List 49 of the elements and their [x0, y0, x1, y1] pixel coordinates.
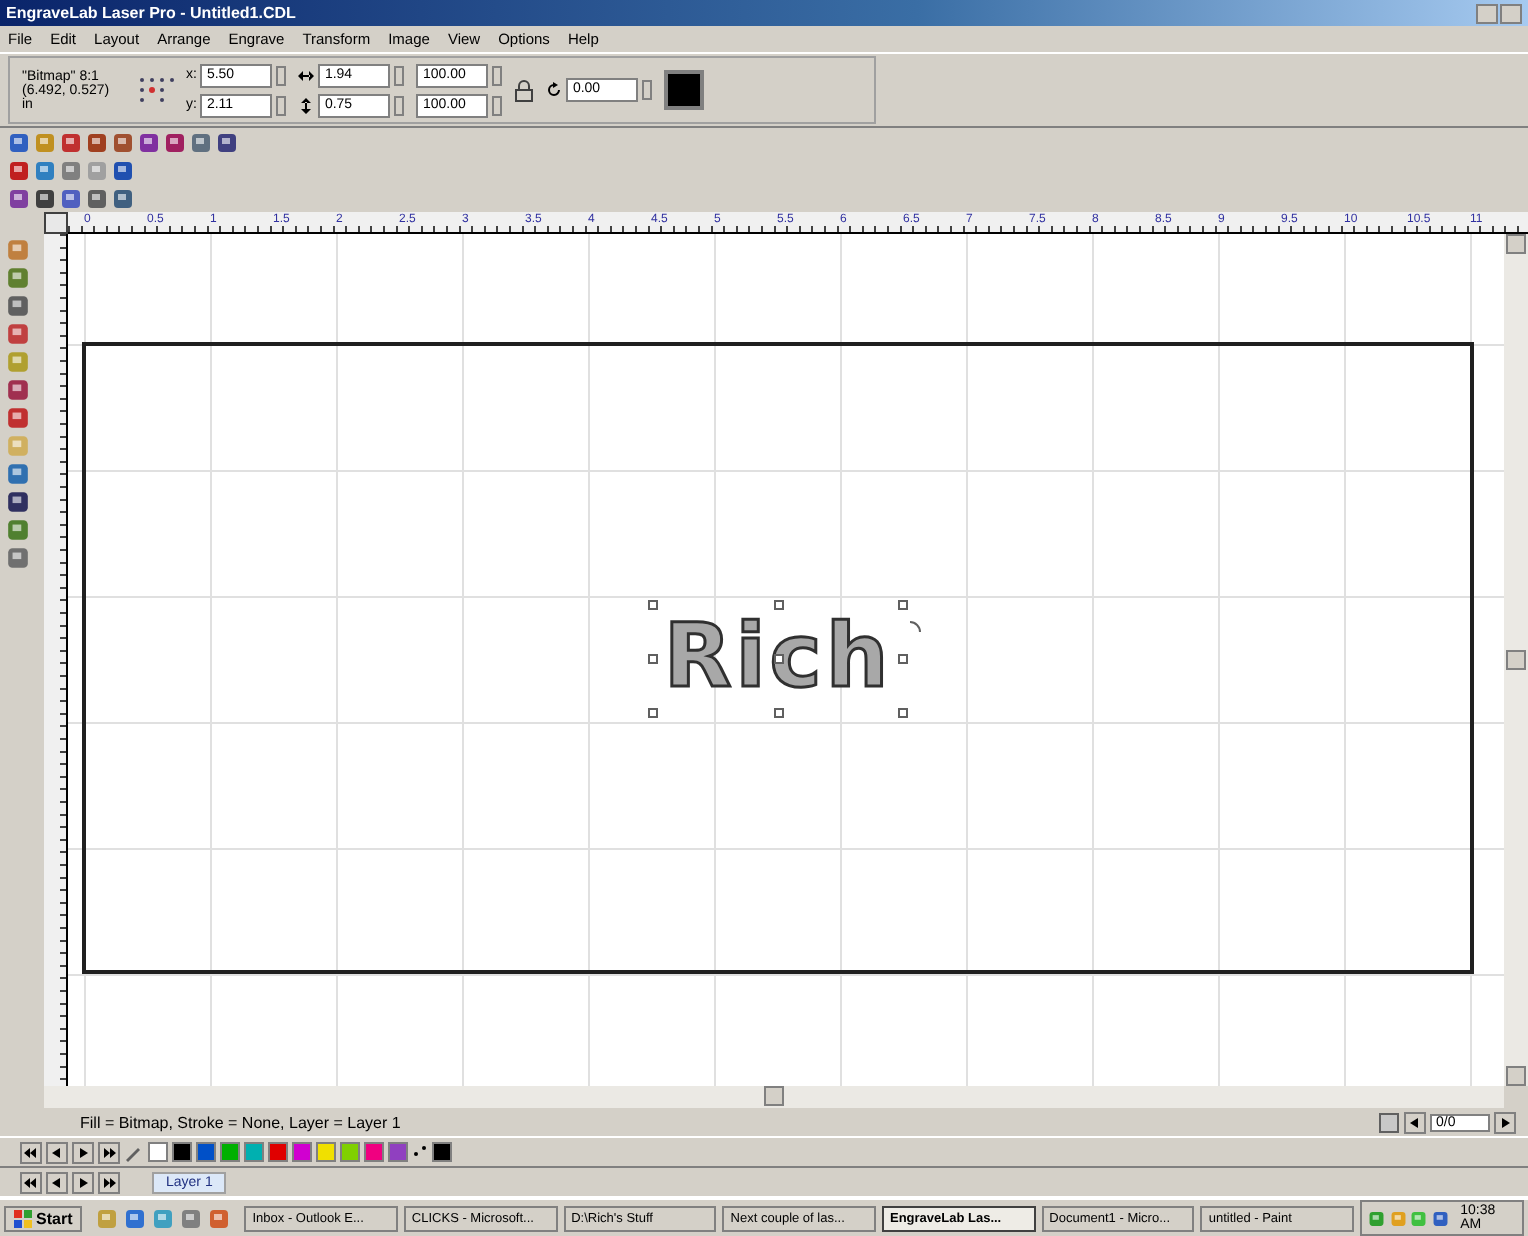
lock-icon[interactable] [514, 79, 535, 101]
selection-handle[interactable] [648, 707, 659, 717]
scroll-thumb[interactable] [764, 1086, 784, 1106]
selection-handle[interactable] [897, 707, 908, 717]
rotate-icon [546, 82, 563, 98]
anchor-grid-icon[interactable] [138, 76, 174, 104]
last-arrow-icon[interactable] [98, 1171, 120, 1193]
rotate-handle-icon[interactable] [908, 620, 923, 634]
selection-handle[interactable] [897, 653, 908, 663]
color-swatch[interactable] [364, 1142, 384, 1162]
first-arrow-icon[interactable] [20, 1141, 42, 1163]
color-swatch[interactable] [244, 1142, 264, 1162]
fill-swatch[interactable] [432, 1142, 452, 1162]
scroll-up-button[interactable] [1506, 234, 1526, 254]
color-swatch[interactable] [664, 70, 705, 110]
start-button[interactable]: Start [4, 1205, 83, 1231]
selection-handle[interactable] [773, 707, 783, 717]
close-button[interactable] [1500, 3, 1522, 23]
selection-handle[interactable] [773, 653, 783, 663]
color-swatch[interactable] [292, 1142, 312, 1162]
color-swatch[interactable] [220, 1142, 240, 1162]
color-swatch[interactable] [316, 1142, 336, 1162]
window-title: EngraveLab Laser Pro - Untitled1.CDL [6, 4, 296, 22]
vertical-scrollbar[interactable] [1504, 234, 1528, 1086]
minimize-button[interactable] [1476, 3, 1498, 23]
color-swatch[interactable] [340, 1142, 360, 1162]
height-arrow-icon [298, 97, 315, 113]
tray-icon[interactable] [1368, 1209, 1386, 1227]
dots-icon[interactable] [412, 1144, 428, 1160]
selection-handle[interactable] [648, 653, 659, 663]
selection-handle[interactable] [897, 599, 908, 609]
color-swatch[interactable] [172, 1142, 192, 1162]
selection-handle[interactable] [773, 599, 783, 609]
eyedropper-icon[interactable] [124, 1142, 144, 1162]
no-color-swatch[interactable] [148, 1142, 168, 1162]
status-text: Fill = Bitmap, Stroke = None, Layer = Layer 1 [80, 1113, 401, 1131]
color-swatch[interactable] [388, 1142, 408, 1162]
start-logo-icon [14, 1209, 32, 1227]
selection-handle[interactable] [648, 599, 659, 609]
horizontal-scrollbar[interactable] [44, 1086, 1504, 1108]
spin-button[interactable] [642, 80, 653, 100]
last-arrow-icon[interactable] [98, 1141, 120, 1163]
color-swatch[interactable] [196, 1142, 216, 1162]
scroll-thumb[interactable] [1506, 650, 1526, 670]
scroll-down-button[interactable] [1506, 1066, 1526, 1086]
width-arrow-icon [298, 69, 315, 81]
tray-icon[interactable] [1431, 1209, 1449, 1227]
first-arrow-icon[interactable] [20, 1171, 42, 1193]
color-swatch[interactable] [268, 1142, 288, 1162]
